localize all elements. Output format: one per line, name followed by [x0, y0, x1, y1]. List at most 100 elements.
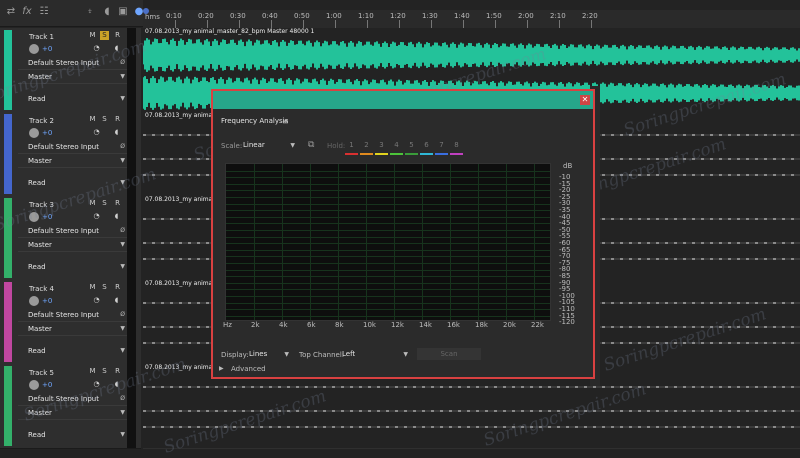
hold-color-swatch: [450, 153, 463, 155]
hold-slot[interactable]: 4: [390, 141, 403, 149]
speaker-icon[interactable]: ◖: [112, 296, 121, 305]
ruler-tick-label: 2:20: [582, 12, 598, 20]
grid-line: [226, 203, 550, 205]
track-header[interactable]: Track 4MSRI+0◔◖Default Stereo InputØMast…: [0, 280, 141, 365]
speaker-icon[interactable]: ◖: [112, 212, 121, 221]
display-dropdown[interactable]: Lines ▼: [249, 349, 289, 360]
volume-knob[interactable]: [29, 296, 39, 306]
loop-icon[interactable]: ⇄: [5, 6, 17, 18]
grid-line: [226, 223, 550, 225]
timeline-ruler[interactable]: hms 0:10 0:20 0:30 0:40 0:50 1:00 1:10 1:20 1:30…: [143, 10, 800, 29]
hold-color-swatch: [405, 153, 418, 155]
advanced-toggle[interactable]: Advanced: [231, 365, 266, 373]
hold-slot[interactable]: 7: [435, 141, 448, 149]
close-icon[interactable]: ✕: [580, 95, 590, 105]
copy-icon[interactable]: ⧉: [308, 140, 314, 150]
volume-value: +0: [42, 297, 53, 305]
scale-label: Scale:: [221, 142, 243, 150]
track-input: Default Stereo Input: [28, 227, 99, 235]
frequency-graph: [225, 163, 551, 321]
scale-dropdown[interactable]: Linear ▼: [243, 140, 295, 151]
frequency-axis-label: 16k: [447, 321, 460, 329]
frequency-axis-label: Hz: [223, 321, 232, 329]
db-axis-label: -120: [559, 318, 575, 327]
automation-selector[interactable]: Read ▼: [18, 94, 129, 105]
pan-knob-icon[interactable]: ◔: [92, 296, 101, 305]
arm-button[interactable]: R: [113, 199, 122, 208]
waveform-channel: [143, 386, 800, 388]
track-name[interactable]: Track 2: [29, 117, 54, 125]
phase-icon: Ø: [120, 227, 125, 234]
ruler-tick-label: 1:00: [326, 12, 342, 20]
playhead-marker[interactable]: [143, 8, 149, 14]
frequency-axis-label: 14k: [419, 321, 432, 329]
chevron-right-icon[interactable]: ▶: [219, 365, 224, 372]
input-selector[interactable]: Default Stereo Input Ø: [18, 310, 129, 322]
track-name[interactable]: Track 1: [29, 33, 54, 41]
hold-slot[interactable]: 3: [375, 141, 388, 149]
track-automation: Read: [28, 431, 46, 439]
input-selector[interactable]: Default Stereo Input Ø: [18, 226, 129, 238]
output-selector[interactable]: Master ▼: [18, 240, 129, 252]
pan-knob-icon[interactable]: ◔: [92, 128, 101, 137]
arm-button[interactable]: R: [113, 115, 122, 124]
volume-knob[interactable]: [29, 128, 39, 138]
automation-selector[interactable]: Read ▼: [18, 430, 129, 441]
output-selector[interactable]: Master ▼: [18, 156, 129, 168]
solo-button[interactable]: S: [100, 367, 109, 376]
hold-slot[interactable]: 8: [450, 141, 463, 149]
ruler-tick-mark: [207, 20, 208, 28]
hold-slot[interactable]: 5: [405, 141, 418, 149]
panel-menu-icon[interactable]: ≡: [282, 117, 289, 126]
mute-button[interactable]: M: [88, 283, 97, 292]
volume-knob[interactable]: [29, 380, 39, 390]
chevron-down-icon: ▼: [120, 73, 125, 80]
track-automation: Read: [28, 179, 46, 187]
grid-line: [226, 296, 550, 297]
track-name[interactable]: Track 5: [29, 369, 54, 377]
input-selector[interactable]: Default Stereo Input Ø: [18, 142, 129, 154]
automation-selector[interactable]: Read ▼: [18, 346, 129, 357]
mute-button[interactable]: M: [88, 115, 97, 124]
hold-color-swatch: [375, 153, 388, 155]
arm-button[interactable]: R: [113, 31, 122, 40]
grid-line: [226, 210, 550, 212]
output-selector[interactable]: Master ▼: [18, 324, 129, 336]
track-automation: Read: [28, 95, 46, 103]
dialog-title-bar[interactable]: ✕: [213, 91, 593, 109]
toolbar: ⇄ fx ☷ ⍖ ◖ ▣ ●: [0, 0, 143, 27]
lock-icon[interactable]: ▣: [117, 6, 129, 18]
scan-button[interactable]: Scan: [417, 348, 481, 360]
frequency-analysis-dialog: ✕ Frequency Analysis ≡ Scale: Linear ▼ ⧉…: [211, 89, 595, 379]
solo-button[interactable]: S: [100, 115, 109, 124]
mute-button[interactable]: M: [88, 31, 97, 40]
top-channel-dropdown[interactable]: Left ▼: [342, 349, 408, 360]
scale-value: Linear: [243, 141, 265, 149]
hold-color-swatch: [345, 153, 358, 155]
hold-slot[interactable]: 1: [345, 141, 358, 149]
db-unit-label: dB: [563, 162, 573, 170]
ruler-tick-mark: [591, 20, 592, 28]
grid-line: [226, 170, 550, 172]
input-icon[interactable]: ⍖: [84, 6, 96, 18]
mute-button[interactable]: M: [88, 367, 97, 376]
volume-knob[interactable]: [29, 44, 39, 54]
hold-slot[interactable]: 6: [420, 141, 433, 149]
chevron-down-icon: ▼: [120, 347, 125, 354]
automation-selector[interactable]: Read ▼: [18, 262, 129, 273]
arm-button[interactable]: R: [113, 283, 122, 292]
track-name[interactable]: Track 4: [29, 285, 54, 293]
speaker-icon[interactable]: ◖: [112, 128, 121, 137]
speaker-icon[interactable]: ◖: [101, 6, 113, 18]
phase-icon: Ø: [120, 311, 125, 318]
solo-button[interactable]: S: [100, 283, 109, 292]
grid-line: [226, 289, 550, 291]
display-label: Display:: [221, 351, 249, 359]
fx-icon[interactable]: fx: [21, 6, 33, 18]
ruler-tick-mark: [399, 20, 400, 28]
mixer-icon[interactable]: ☷: [38, 6, 50, 18]
frequency-axis-label: 18k: [475, 321, 488, 329]
pan-knob-icon[interactable]: ◔: [92, 212, 101, 221]
solo-button[interactable]: S: [100, 31, 109, 40]
hold-slot[interactable]: 2: [360, 141, 373, 149]
